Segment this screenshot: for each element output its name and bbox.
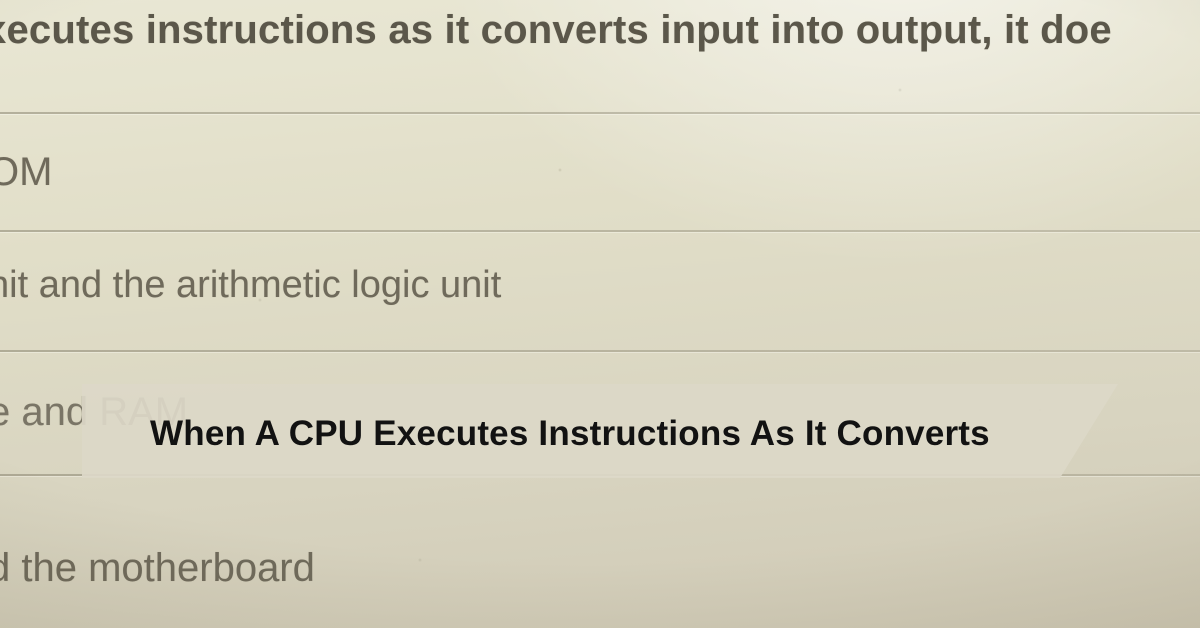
row-divider [0,230,1200,232]
row-divider [0,112,1200,114]
answer-row-a: OM [0,112,1200,230]
banner-title: When A CPU Executes Instructions As It C… [82,408,990,454]
answer-row-d: d the motherboard [0,474,1200,628]
quiz-question-text: xecutes instructions as it converts inpu… [0,8,1200,53]
answer-text-a: OM [0,150,52,195]
overlay-banner: When A CPU Executes Instructions As It C… [82,384,1118,478]
row-divider [0,350,1200,352]
answer-text-b: nit and the arithmetic logic unit [0,264,501,307]
answer-row-b: nit and the arithmetic logic unit [0,230,1200,350]
answer-text-d: d the motherboard [0,546,315,591]
